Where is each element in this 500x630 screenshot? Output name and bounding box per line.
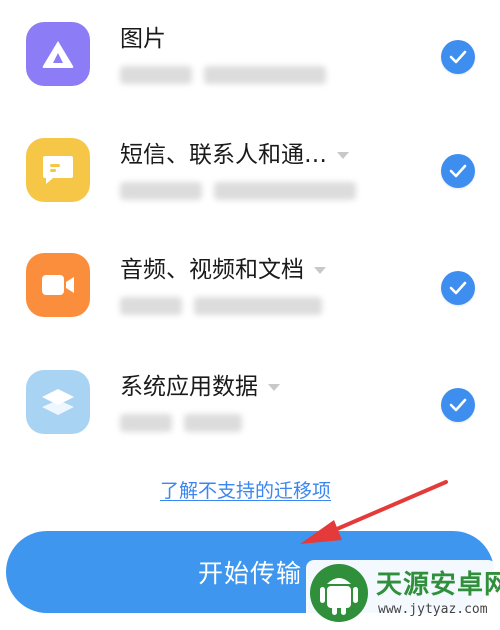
watermark-url: www.jytyaz.com	[378, 602, 488, 617]
item-title: 短信、联系人和通…	[120, 138, 349, 172]
layers-icon	[26, 370, 90, 434]
android-logo-icon	[310, 564, 368, 622]
check-icon	[449, 164, 467, 178]
item-subtitle-blurred	[120, 297, 322, 315]
item-subtitle-blurred	[120, 182, 356, 200]
item-title: 图片	[120, 26, 166, 52]
chevron-down-icon[interactable]	[337, 151, 349, 159]
chevron-down-icon[interactable]	[314, 266, 326, 274]
message-icon	[26, 138, 90, 202]
check-icon	[449, 281, 467, 295]
site-watermark: 天源安卓网 www.jytyaz.com	[306, 560, 500, 626]
item-subtitle-blurred	[120, 414, 242, 432]
list-item-system-data[interactable]: 系统应用数据	[0, 370, 500, 470]
checkbox-system-data[interactable]	[441, 388, 475, 422]
check-icon	[449, 50, 467, 64]
mountain-icon	[26, 22, 90, 86]
watermark-title: 天源安卓网	[376, 570, 500, 600]
checkbox-media[interactable]	[441, 271, 475, 305]
item-subtitle-blurred	[120, 66, 326, 84]
checkbox-messages[interactable]	[441, 154, 475, 188]
list-item-photos[interactable]: 图片	[0, 22, 500, 122]
list-item-media[interactable]: 音频、视频和文档	[0, 253, 500, 353]
video-camera-icon	[26, 253, 90, 317]
list-item-messages[interactable]: 短信、联系人和通…	[0, 138, 500, 238]
chevron-down-icon[interactable]	[268, 383, 280, 391]
unsupported-items-link[interactable]: 了解不支持的迁移项	[160, 476, 331, 503]
item-title: 音频、视频和文档	[120, 253, 326, 287]
checkbox-photos[interactable]	[441, 40, 475, 74]
item-title: 系统应用数据	[120, 370, 280, 404]
check-icon	[449, 398, 467, 412]
